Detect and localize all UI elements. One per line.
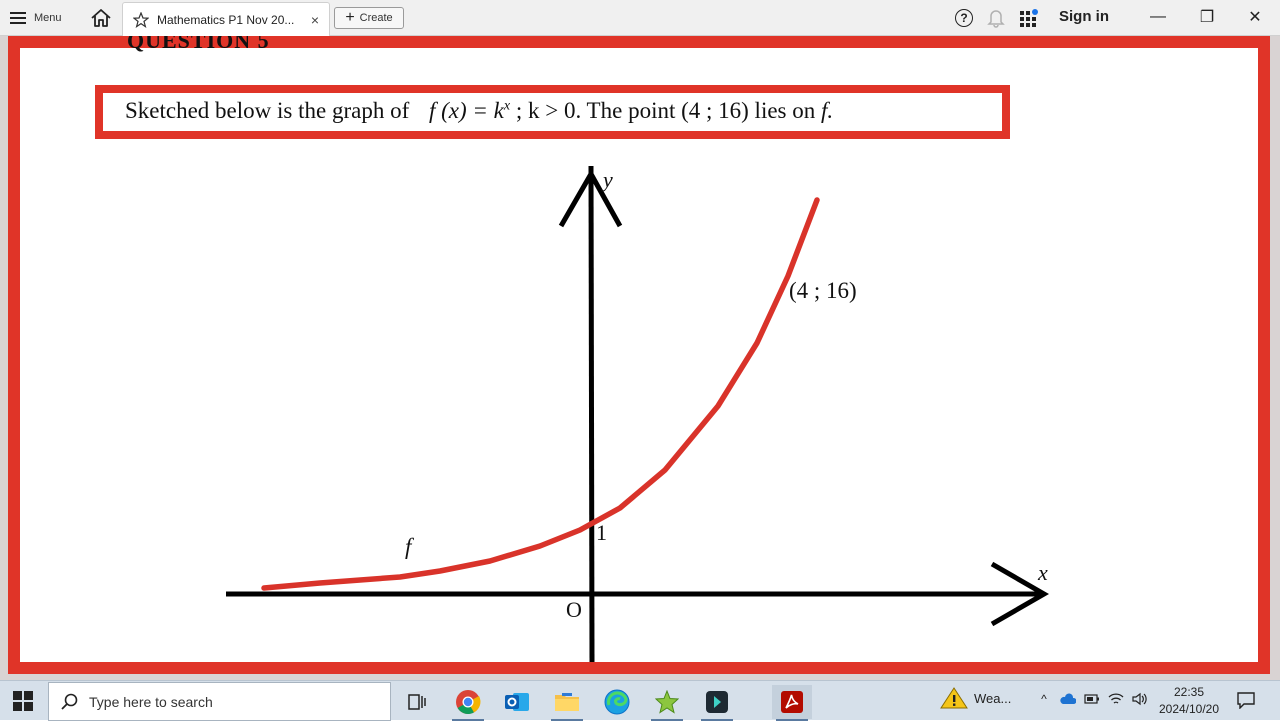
video-editor-icon: [706, 691, 728, 713]
apps-button[interactable]: [1019, 8, 1039, 28]
statement-part1: Sketched below is the graph of: [125, 98, 410, 123]
weather-label: Wea...: [974, 690, 1012, 706]
y-axis-label: y: [601, 167, 613, 192]
help-button[interactable]: ?: [955, 9, 973, 27]
start-button[interactable]: [12, 690, 34, 712]
taskbar-acrobat[interactable]: [772, 685, 812, 721]
create-label: Create: [359, 12, 393, 24]
statement-box: Sketched below is the graph of f (x) = k…: [95, 85, 1010, 139]
windows-logo-icon: [13, 691, 33, 711]
taskbar-outlook[interactable]: [497, 685, 537, 719]
question-heading: QUESTION 5: [127, 36, 270, 53]
restore-button[interactable]: ❐: [1195, 6, 1219, 28]
folder-icon: [555, 693, 579, 711]
message-icon: [1237, 692, 1255, 710]
search-icon: [61, 693, 78, 710]
notifications-button[interactable]: [987, 8, 1005, 28]
curve-label: f: [405, 534, 415, 559]
pdf-reader-icon: [781, 691, 803, 713]
star-icon[interactable]: [133, 11, 149, 28]
tab-label: Mathematics P1 Nov 20...: [157, 12, 295, 27]
x-axis-label: x: [1037, 560, 1048, 585]
battery-icon[interactable]: [1084, 691, 1100, 707]
clock-date: 2024/10/20: [1158, 702, 1220, 716]
task-view-button[interactable]: [397, 685, 437, 719]
menu-button[interactable]: Menu: [10, 8, 62, 28]
weather-warning-icon: [940, 687, 968, 709]
weather-widget[interactable]: Wea...: [940, 686, 1011, 710]
taskbar-search-box[interactable]: Type here to search: [48, 682, 391, 721]
task-view-icon: [408, 694, 426, 710]
minimize-button[interactable]: —: [1146, 6, 1170, 28]
curve-f: [261, 197, 820, 591]
chevron-up-icon[interactable]: ^: [1036, 691, 1052, 707]
home-icon: [91, 9, 111, 27]
home-button[interactable]: [90, 8, 112, 28]
statement-end: f.: [821, 98, 834, 123]
statement-text: Sketched below is the graph of f (x) = k…: [125, 98, 833, 124]
taskbar-app-editor[interactable]: [697, 685, 737, 721]
document-page: QUESTION 5 Sketched below is the graph o…: [20, 36, 1258, 662]
tab-document[interactable]: Mathematics P1 Nov 20... ×: [122, 2, 330, 36]
system-tray: ^: [1036, 691, 1148, 707]
y-axis: [588, 165, 595, 662]
notification-center-button[interactable]: [1236, 691, 1256, 710]
green-star-icon: [655, 690, 679, 714]
taskbar-chrome[interactable]: [448, 685, 488, 721]
chrome-icon: [456, 690, 481, 715]
plus-icon: +: [345, 9, 355, 26]
outlook-icon: [505, 693, 529, 711]
point-label: (4 ; 16): [789, 278, 857, 303]
tab-close-button[interactable]: ×: [307, 12, 323, 28]
function-exponent: x: [503, 98, 511, 114]
taskbar-edge[interactable]: [597, 685, 637, 719]
statement-part2: ; k > 0. The point (4 ; 16) lies on: [515, 98, 816, 123]
taskbar-app-star[interactable]: [647, 685, 687, 721]
app-toolbar: Menu Mathematics P1 Nov 20... × + Create…: [0, 0, 1280, 36]
volume-icon[interactable]: [1132, 691, 1148, 707]
search-placeholder: Type here to search: [89, 693, 213, 710]
taskbar-file-explorer[interactable]: [547, 685, 587, 721]
sign-in-button[interactable]: Sign in: [1059, 8, 1109, 25]
wifi-icon[interactable]: [1108, 691, 1124, 707]
taskbar: Type here to search Wea... ^ 22:35 2024/…: [0, 680, 1280, 721]
bell-icon: [987, 10, 1005, 28]
edge-icon: [604, 689, 630, 715]
y-intercept-label: 1: [596, 520, 607, 545]
hamburger-icon: [10, 12, 26, 24]
origin-label: O: [566, 597, 582, 622]
close-window-button[interactable]: ✕: [1243, 6, 1267, 28]
create-button[interactable]: + Create: [334, 7, 404, 29]
exponential-graph: y x O 1 (4 ; 16) f: [226, 165, 1050, 662]
apps-grid-icon: [1020, 9, 1038, 27]
function-expression: f (x) = k: [428, 98, 504, 123]
menu-label: Menu: [34, 12, 62, 24]
clock-time: 22:35: [1173, 685, 1205, 699]
onedrive-icon[interactable]: [1060, 691, 1076, 707]
taskbar-clock[interactable]: 22:35 2024/10/20: [1150, 684, 1228, 718]
